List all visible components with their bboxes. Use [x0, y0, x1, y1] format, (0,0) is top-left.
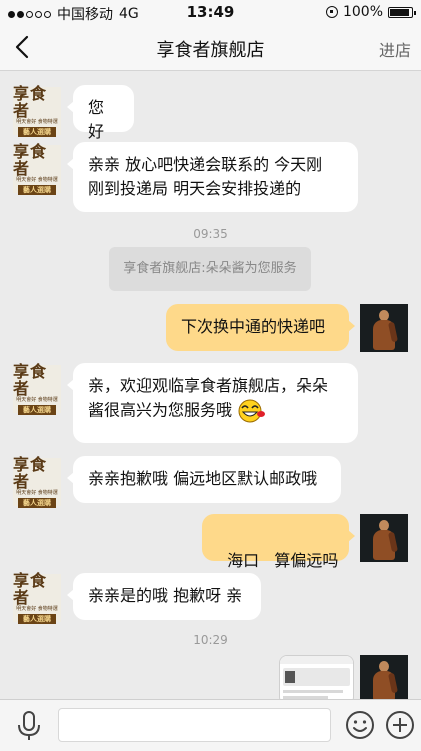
- message-text: 酱很高兴为您服务哦: [88, 400, 233, 420]
- store-avatar[interactable]: 享食者 明天會好 食物特選 藝人選購: [13, 572, 61, 624]
- battery-percent: 100%: [342, 4, 383, 20]
- plus-circle-icon[interactable]: [384, 709, 416, 741]
- user-avatar[interactable]: [360, 514, 408, 562]
- message-bubble-incoming[interactable]: 您好: [67, 85, 134, 141]
- store-avatar[interactable]: 享食者 明天會好 食物特選 藝人選購: [13, 143, 61, 195]
- message-bubble-incoming[interactable]: 亲，欢迎观临享食者旗舰店，朵朵 酱很高兴为您服务哦: [67, 363, 358, 443]
- message-text: 海口 算偏远吗: [227, 551, 339, 570]
- message-text: 下次换中通的快递吧: [181, 317, 326, 336]
- message-text: 亲亲是的哦 抱歉呀 亲: [88, 586, 243, 605]
- message-timestamp: 10:29: [193, 633, 228, 647]
- input-bar: [0, 699, 421, 751]
- microphone-icon[interactable]: [14, 710, 44, 742]
- message-text: 亲，欢迎观临享食者旗舰店，朵朵: [88, 376, 329, 395]
- user-avatar[interactable]: [360, 655, 408, 703]
- message-input[interactable]: [58, 708, 331, 742]
- enter-store-button[interactable]: 进店: [379, 37, 411, 61]
- message-text: 刚到投递局 明天会安排投递的: [88, 179, 302, 198]
- rotation-lock-icon: [325, 6, 338, 18]
- store-avatar[interactable]: 享食者 明天會好 食物特選 藝人選購: [13, 85, 61, 137]
- message-bubble-outgoing[interactable]: 海口 算偏远吗: [202, 514, 355, 570]
- message-bubble-outgoing[interactable]: 下次换中通的快递吧: [166, 304, 355, 351]
- message-timestamp: 09:35: [193, 227, 228, 241]
- status-bar: 中国移动 4G 13:49 100%: [0, 0, 421, 24]
- message-text: 您好: [88, 98, 105, 141]
- battery-icon: [388, 6, 416, 18]
- page-title: 享食者旗舰店: [156, 40, 265, 61]
- message-text: 亲亲 放心吧快递会联系的 今天刚: [88, 155, 323, 174]
- store-avatar[interactable]: 享食者 明天會好 食物特選 藝人選購: [13, 456, 61, 508]
- message-bubble-incoming[interactable]: 亲亲是的哦 抱歉呀 亲: [67, 573, 261, 620]
- message-text: 亲亲抱歉哦 偏远地区默认邮政哦: [88, 469, 318, 488]
- system-notice: 享食者旗舰店:朵朵酱为您服务: [109, 247, 311, 291]
- grinning-face-icon: [238, 399, 266, 423]
- user-avatar[interactable]: [360, 304, 408, 352]
- message-bubble-incoming[interactable]: 亲亲抱歉哦 偏远地区默认邮政哦: [67, 456, 341, 503]
- screenshot-thumbnail-icon[interactable]: [279, 655, 354, 705]
- navigation-bar: 享食者旗舰店 进店: [0, 24, 421, 71]
- smile-icon[interactable]: [344, 709, 376, 741]
- store-avatar[interactable]: 享食者 明天會好 食物特選 藝人選購: [13, 363, 61, 415]
- message-bubble-incoming[interactable]: 亲亲 放心吧快递会联系的 今天刚 刚到投递局 明天会安排投递的: [67, 142, 358, 212]
